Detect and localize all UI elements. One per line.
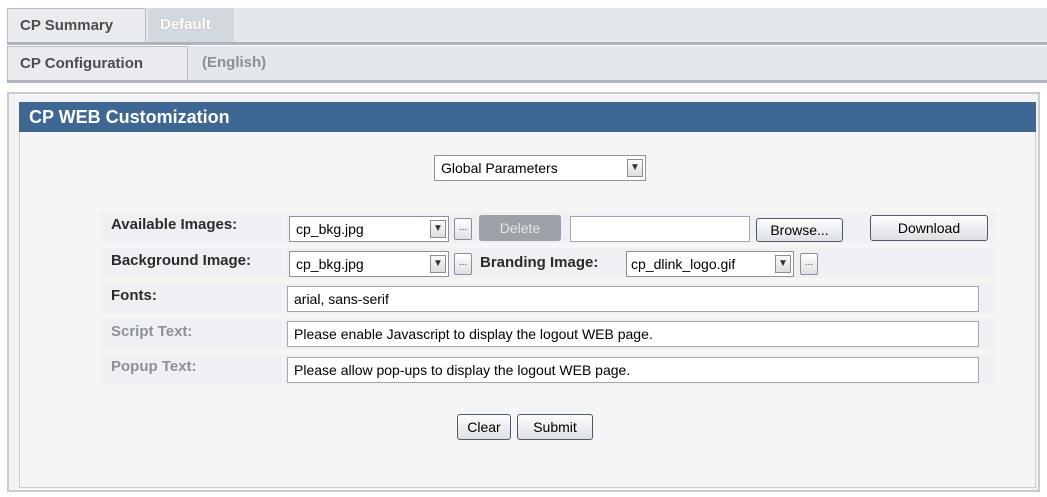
chevron-down-icon: ▼ (430, 220, 446, 238)
panel-body: Global Parameters ▼ Available Images: cp… (19, 132, 1036, 488)
submit-button[interactable]: Submit (517, 414, 593, 440)
branding-image-select[interactable]: cp_dlink_logo.gif ▼ (626, 251, 794, 277)
background-image-select-value: cp_bkg.jpg (296, 256, 364, 272)
branding-image-more-button[interactable]: ... (800, 253, 818, 275)
available-images-more-button[interactable]: ... (454, 218, 472, 240)
script-text-label: Script Text: (100, 319, 282, 349)
available-images-row: cp_bkg.jpg ▼ ... Delete Browse... Downlo… (284, 212, 996, 243)
background-image-row: cp_bkg.jpg ▼ ... Branding Image: cp_dlin… (284, 248, 996, 278)
clear-button[interactable]: Clear (457, 414, 511, 440)
secondary-tab-bar: CP Configuration (English) (7, 46, 1047, 83)
primary-tab-bar: CP Summary Default (7, 8, 1047, 45)
delete-button[interactable]: Delete (479, 215, 561, 241)
fonts-label: Fonts: (100, 283, 282, 313)
fonts-row: arial, sans-serif (284, 283, 996, 313)
background-image-select[interactable]: cp_bkg.jpg ▼ (289, 251, 449, 277)
script-text-input[interactable]: Please enable Javascript to display the … (287, 321, 979, 347)
tab-english[interactable]: (English) (190, 46, 298, 80)
chevron-down-icon: ▼ (627, 159, 643, 177)
background-image-more-button[interactable]: ... (454, 253, 472, 275)
available-images-label: Available Images: (100, 212, 282, 243)
popup-text-row: Please allow pop-ups to display the logo… (284, 354, 996, 384)
fonts-input[interactable]: arial, sans-serif (287, 286, 979, 312)
script-text-row: Please enable Javascript to display the … (284, 319, 996, 349)
background-image-label: Background Image: (100, 248, 282, 278)
file-path-input[interactable] (570, 216, 750, 242)
popup-text-label: Popup Text: (100, 354, 282, 384)
browse-button[interactable]: Browse... (756, 218, 843, 242)
available-images-select[interactable]: cp_bkg.jpg ▼ (289, 216, 449, 242)
available-images-select-value: cp_bkg.jpg (296, 221, 364, 237)
parameters-select-value: Global Parameters (441, 160, 558, 176)
customization-panel: CP WEB Customization Global Parameters ▼… (7, 92, 1040, 492)
tab-cp-configuration[interactable]: CP Configuration (7, 46, 188, 80)
download-button[interactable]: Download (870, 215, 988, 241)
parameters-select[interactable]: Global Parameters ▼ (434, 155, 646, 181)
branding-image-label: Branding Image: (480, 254, 599, 271)
tab-default[interactable]: Default (148, 8, 234, 42)
chevron-down-icon: ▼ (430, 255, 446, 273)
branding-image-select-value: cp_dlink_logo.gif (631, 256, 736, 272)
chevron-down-icon: ▼ (775, 255, 791, 273)
panel-title: CP WEB Customization (19, 102, 1036, 132)
popup-text-input[interactable]: Please allow pop-ups to display the logo… (287, 357, 979, 383)
tab-cp-summary[interactable]: CP Summary (7, 8, 146, 42)
